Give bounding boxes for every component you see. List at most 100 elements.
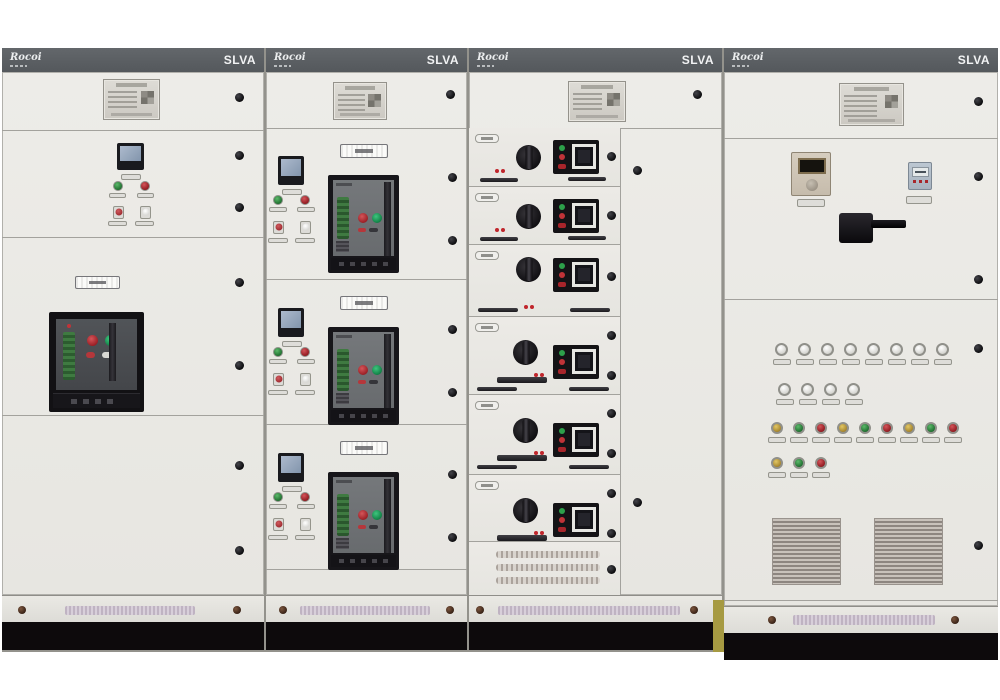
feeder-drawer-cabinet: Rocoi SLVA (469, 48, 722, 650)
divider (724, 138, 998, 139)
meter-label (282, 189, 302, 195)
bay-label-plate (340, 296, 388, 310)
indicator-row (775, 383, 863, 405)
incomer-acb-cabinet: Rocoi SLVA (2, 48, 264, 650)
indicator-label (900, 437, 918, 443)
drawout-circuit-breaker (328, 175, 399, 273)
indicator-light-red (559, 437, 565, 443)
screw-icon (235, 203, 244, 212)
plinth-base (469, 622, 722, 650)
screw-icon (951, 616, 959, 624)
reset-button (558, 369, 566, 374)
vent-unit (469, 542, 620, 595)
indicator-light-green (559, 508, 565, 514)
drawer-handle (570, 308, 610, 312)
air-circuit-breaker (49, 312, 144, 412)
indicator-unit (811, 422, 830, 443)
feeder-drawer (469, 475, 620, 542)
indicator-label (944, 437, 962, 443)
indicator-unit (775, 383, 794, 405)
indicator-row (767, 457, 830, 478)
meter-label (121, 174, 141, 180)
screw-icon (974, 275, 983, 284)
indicator-unit (855, 422, 874, 443)
drawer-handle (569, 465, 609, 469)
light-label (109, 193, 126, 198)
screw-icon (974, 97, 983, 106)
drawer-meter-panel (553, 423, 599, 457)
drawer-meter-panel (553, 503, 599, 537)
breaker-trip-indicator (358, 380, 366, 384)
reset-button (558, 527, 566, 532)
reset-button (558, 223, 566, 228)
nameplate-footer (111, 113, 153, 116)
breaker-off-button (358, 510, 368, 520)
drawout-circuit-breaker (328, 472, 399, 570)
indicator-light-white (890, 343, 903, 356)
plinth-base (266, 622, 467, 650)
drawer-label-plate (475, 193, 499, 202)
breaker-racking-rail (384, 334, 391, 408)
screw-icon (233, 606, 241, 614)
indicator-label (834, 437, 852, 443)
indicator-unit (772, 343, 791, 365)
indicator-light-white (778, 383, 791, 396)
stop-pushbutton (273, 221, 284, 234)
indicator-label (796, 359, 814, 365)
indicator-light-white (824, 383, 837, 396)
indicator-label (856, 437, 874, 443)
meter-label (282, 341, 302, 347)
rotary-switch-knob (516, 204, 541, 229)
switchgear-lineup-photo: Rocoi SLVA (0, 0, 1000, 700)
screw-icon (235, 93, 244, 102)
breaker-state-window (369, 228, 378, 232)
light-label (269, 359, 287, 364)
cabinet-header: Rocoi SLVA (469, 48, 722, 72)
light-label (297, 504, 315, 509)
screw-icon (235, 278, 244, 287)
indicator-unit (899, 422, 918, 443)
brand-logo: Rocoi (732, 53, 764, 67)
device-label (797, 199, 825, 207)
drawer-meter-panel (553, 140, 599, 174)
indicator-light-green (273, 492, 283, 502)
cabinet-header: Rocoi SLVA (724, 48, 998, 72)
brand-logo: Rocoi (274, 53, 306, 67)
screw-icon (448, 470, 457, 479)
nameplate-title (116, 83, 147, 87)
drawout-breaker-cabinet: Rocoi SLVA (266, 48, 467, 650)
stop-pushbutton (273, 373, 284, 386)
indicator-light-red (815, 457, 827, 469)
indicator-light-white (913, 343, 926, 356)
start-pushbutton (300, 373, 311, 386)
cabinet-door (724, 72, 998, 606)
racking-handle (497, 535, 547, 541)
meter-screen (281, 159, 301, 176)
screw-icon (448, 236, 457, 245)
drawout-breaker-bay (266, 128, 467, 280)
breaker-bay-column (266, 128, 467, 570)
divider (724, 299, 998, 300)
indicator-light-red (559, 359, 565, 365)
breaker-indicator-dot (67, 324, 71, 328)
indicator-unit (864, 343, 883, 365)
screw-icon (607, 489, 616, 498)
kick-vent (498, 606, 680, 615)
plinth-base (2, 622, 264, 650)
indicator-light-green (793, 457, 805, 469)
drawer-meter-panel (553, 258, 599, 292)
kick-plate (2, 595, 264, 622)
light-label (269, 504, 287, 509)
racking-handle (497, 455, 547, 461)
divider (2, 415, 264, 416)
rotary-switch-knob (513, 340, 538, 365)
indicator-unit (789, 422, 808, 443)
kick-plate (266, 595, 467, 622)
screw-icon (633, 166, 642, 175)
indicator-label (888, 359, 906, 365)
rotary-switch-knob (516, 145, 541, 170)
qr-code-icon (368, 94, 381, 107)
indicator-light-white (867, 343, 880, 356)
screw-icon (690, 606, 698, 614)
button-label (108, 221, 127, 226)
